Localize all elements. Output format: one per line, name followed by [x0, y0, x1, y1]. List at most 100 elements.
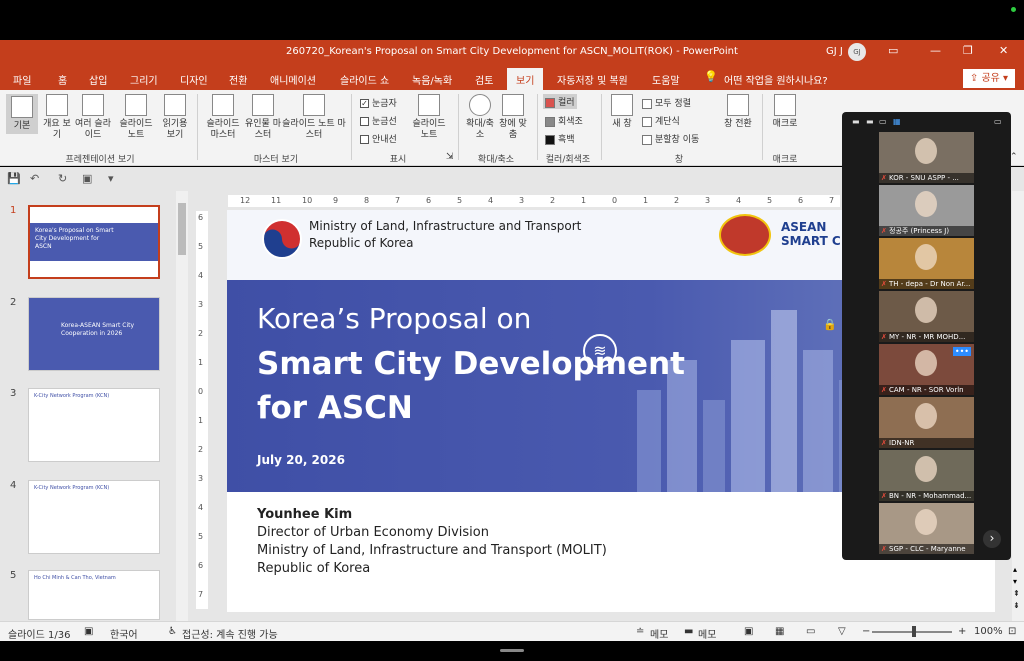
collapse-ribbon-icon[interactable]: ⌃	[1010, 152, 1018, 162]
gallery-view-icon[interactable]: ▦	[893, 117, 901, 126]
notes-page-button[interactable]: 슬라이드 노트	[116, 94, 156, 141]
zoom-in-icon[interactable]: +	[958, 626, 966, 637]
more-options-icon[interactable]: •••	[952, 347, 971, 356]
comments-icon[interactable]: ▬	[684, 626, 693, 637]
arrow-down-icon[interactable]: ▾	[1013, 577, 1017, 586]
participant-video-tile[interactable]: BN - NR - Mohammad... ✗	[879, 450, 974, 501]
participant-avatar	[915, 509, 937, 535]
ruler-checkbox[interactable]: ✓ 눈금자	[360, 96, 397, 109]
slide-master-button[interactable]: 슬라이드 마스터	[203, 94, 243, 141]
undo-icon[interactable]: ↶	[30, 172, 39, 185]
accessibility-icon[interactable]: ♿	[168, 626, 177, 637]
slide-sorter-button[interactable]: 여러 슬라이드	[74, 94, 112, 141]
handout-master-button[interactable]: 유인물 마스터	[245, 94, 281, 141]
cascade-button[interactable]: 계단식	[642, 114, 680, 127]
zoom-percentage[interactable]: 100%	[974, 626, 1003, 637]
muted-mic-icon: ✗	[881, 280, 887, 288]
zoom-out-icon[interactable]: −	[862, 626, 870, 637]
minimize-icon[interactable]: —	[930, 44, 941, 57]
dialog-launcher-icon[interactable]: ⇲	[446, 152, 454, 162]
thumbnail-slide-3[interactable]: K-City Network Program (KCN)	[28, 388, 160, 462]
ruler-tick-label: 12	[240, 196, 251, 205]
next-page-icon[interactable]: ›	[983, 530, 1001, 548]
zoom-slider-thumb[interactable]	[912, 626, 916, 637]
language-indicator[interactable]: 한국어	[110, 626, 138, 641]
black-white-button[interactable]: 흑백	[545, 132, 575, 145]
tab-design[interactable]: 디자인	[180, 72, 208, 87]
avatar[interactable]: GJ	[848, 43, 866, 61]
notes-master-button[interactable]: 슬라이드 노트 마스터	[282, 94, 346, 141]
normal-view-button[interactable]: 기본	[6, 94, 38, 134]
participant-video-tile[interactable]: IDN-NR ✗	[879, 397, 974, 448]
zoom-button[interactable]: 확대/축소	[464, 94, 496, 141]
participant-video-tile[interactable]: CAM - NR - SOR Vorln ✗ •••	[879, 344, 974, 395]
notes-button[interactable]: 슬라이드 노트	[409, 94, 449, 141]
next-slide-icon[interactable]: ⇟	[1013, 601, 1020, 610]
color-button[interactable]: 컬러	[543, 94, 577, 109]
tell-me-search[interactable]: 어떤 작업을 원하시나요?	[724, 72, 828, 87]
switch-window-button[interactable]: 창 전환	[720, 94, 756, 130]
arrange-all-button[interactable]: 모두 정렬	[642, 96, 691, 109]
tab-draw[interactable]: 그리기	[130, 72, 158, 87]
notes-button[interactable]: 메모	[650, 626, 668, 641]
user-name[interactable]: GJ J	[826, 46, 843, 57]
grayscale-button[interactable]: 회색조	[545, 114, 583, 127]
accessibility-status[interactable]: 접근성: 계속 진행 가능	[182, 626, 278, 641]
save-icon[interactable]: 💾	[7, 172, 21, 185]
tab-animations[interactable]: 애니메이션	[270, 72, 316, 87]
ribbon-display-options-icon[interactable]: ▭	[888, 44, 898, 57]
participant-video-tile[interactable]: KOR - SNU ASPP - ... ✗	[879, 132, 974, 183]
thumbnail-slide-5[interactable]: Ho Chi Minh & Can Tho, Vietnam	[28, 570, 160, 620]
ribbon-separator	[537, 94, 538, 160]
thumbnail-number: 5	[10, 570, 17, 581]
strip-view-icon[interactable]: ▭	[879, 117, 887, 126]
slide-sorter-icon[interactable]: ▦	[775, 626, 784, 637]
reading-view-icon[interactable]: ▭	[806, 626, 815, 637]
redo-icon[interactable]: ↻	[58, 172, 67, 185]
spellcheck-icon[interactable]: ▣	[84, 626, 93, 637]
comments-button[interactable]: 메모	[698, 626, 716, 641]
tab-slideshow[interactable]: 슬라이드 쇼	[340, 72, 389, 87]
outline-view-button[interactable]: 개요 보기	[43, 94, 71, 141]
normal-view-icon[interactable]: ▣	[744, 626, 753, 637]
minimize-icon[interactable]: ▬	[852, 117, 860, 126]
macros-button[interactable]: 매크로	[768, 94, 802, 130]
share-button[interactable]: ⇪ 공유 ▾	[963, 69, 1015, 88]
participant-video-tile[interactable]: SGP - CLC - Maryanne ✗	[879, 503, 974, 554]
tab-transitions[interactable]: 전환	[229, 72, 247, 87]
tab-autosave[interactable]: 자동저장 및 복원	[557, 72, 628, 87]
customize-icon[interactable]: ▾	[108, 172, 114, 185]
tab-recording[interactable]: 녹음/녹화	[412, 72, 452, 87]
tab-insert[interactable]: 삽입	[89, 72, 107, 87]
gridlines-checkbox[interactable]: 눈금선	[360, 114, 397, 127]
move-split-button[interactable]: 분할창 이동	[642, 132, 699, 145]
restore-icon[interactable]: ❐	[963, 44, 973, 57]
new-window-button[interactable]: 새 창	[608, 94, 636, 130]
thumbnail-scrollbar[interactable]	[176, 191, 188, 621]
prev-slide-icon[interactable]: ⇞	[1013, 589, 1020, 598]
scrollbar-thumb[interactable]	[178, 203, 186, 255]
notes-icon[interactable]: ≐	[636, 626, 644, 637]
guides-checkbox[interactable]: 안내선	[360, 132, 397, 145]
fit-to-window-button[interactable]: 창에 맞춤	[498, 94, 528, 141]
slide-scrollbar[interactable]: ▴ ▾ ⇞ ⇟	[1012, 191, 1024, 621]
participant-video-tile[interactable]: 정공주 (Princess J) ✗	[879, 185, 974, 236]
tab-home[interactable]: 홈	[58, 72, 67, 87]
present-icon[interactable]: ▣	[82, 172, 92, 185]
participant-video-tile[interactable]: MY - NR - MR MOHD... ✗	[879, 291, 974, 342]
tab-review[interactable]: 검토	[475, 72, 493, 87]
speaker-view-icon[interactable]: ▬	[866, 117, 874, 126]
close-icon[interactable]: ✕	[999, 44, 1008, 57]
tab-help[interactable]: 도움말	[652, 72, 680, 87]
home-handle[interactable]	[500, 649, 524, 652]
participant-video-tile[interactable]: TH - depa - Dr Non Ar... ✗	[879, 238, 974, 289]
fit-slide-icon[interactable]: ⊡	[1008, 626, 1016, 637]
thumbnail-slide-2[interactable]: Korea-ASEAN Smart City Cooperation in 20…	[28, 297, 160, 371]
slideshow-icon[interactable]: ▽	[838, 626, 846, 637]
thumbnail-slide-4[interactable]: K-City Network Program (KCN)	[28, 480, 160, 554]
tab-file[interactable]: 파일	[13, 72, 31, 87]
arrow-up-icon[interactable]: ▴	[1013, 565, 1017, 574]
reading-view-button[interactable]: 읽기용 보기	[158, 94, 192, 141]
thumbnail-slide-1[interactable]: Korea's Proposal on Smart City Developme…	[28, 205, 160, 279]
exit-fullscreen-icon[interactable]: ▭	[994, 117, 1002, 126]
